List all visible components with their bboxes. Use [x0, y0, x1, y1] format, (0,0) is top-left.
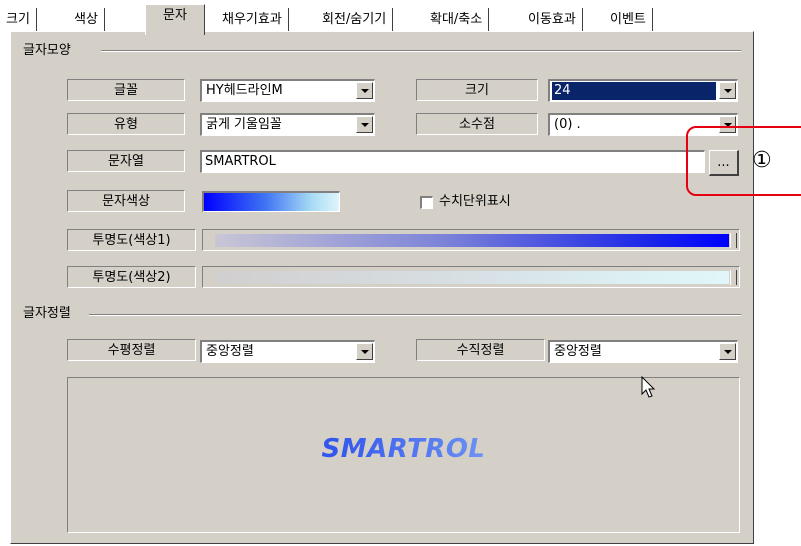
v-align-select[interactable]: 중앙정렬 — [548, 340, 738, 363]
chevron-down-icon[interactable] — [356, 116, 373, 133]
alpha2-gradient — [215, 271, 729, 284]
tab-strip: 크기 색상 문자 채우기효과 회전/숨기기 확대/축소 이동효과 이벤트 — [0, 0, 752, 35]
tab-event[interactable]: 이벤트 — [604, 8, 653, 32]
font-label: 글꼴 — [67, 79, 185, 101]
tab-label: 확대/축소 — [430, 12, 483, 27]
slider-thumb[interactable] — [730, 233, 737, 248]
unit-checkbox[interactable] — [420, 196, 433, 209]
tab-label: 문자 — [163, 8, 187, 23]
tab-text[interactable]: 문자 — [145, 4, 205, 35]
tab-zoom[interactable]: 확대/축소 — [424, 8, 490, 32]
size-select-value: 24 — [552, 82, 716, 100]
h-align-select-value: 중앙정렬 — [206, 344, 254, 359]
alpha1-gradient — [215, 234, 729, 247]
font-select-value: HY헤드라인M — [206, 83, 283, 98]
slider-thumb[interactable] — [730, 270, 737, 285]
alpha2-slider[interactable] — [202, 266, 740, 288]
h-align-select[interactable]: 중앙정렬 — [200, 340, 375, 363]
chevron-down-icon[interactable] — [719, 343, 736, 360]
tab-size[interactable]: 크기 — [0, 8, 37, 32]
unit-checkbox-label: 수치단위표시 — [439, 194, 511, 209]
chevron-down-icon[interactable] — [356, 82, 373, 99]
tab-color[interactable]: 색상 — [68, 8, 105, 32]
preview-area: SMARTROL — [67, 377, 740, 533]
alpha1-slider[interactable] — [202, 229, 740, 251]
v-align-select-value: 중앙정렬 — [554, 344, 602, 359]
mouse-cursor-icon — [641, 376, 656, 398]
style-select[interactable]: 굵게 기울임꼴 — [200, 113, 375, 136]
callout-number: ① — [752, 148, 772, 173]
tab-rotate-hide[interactable]: 회전/숨기기 — [316, 8, 394, 32]
text-color-swatch[interactable] — [202, 191, 340, 212]
tab-move-effect[interactable]: 이동효과 — [522, 8, 583, 32]
tab-label: 회전/숨기기 — [322, 12, 387, 27]
tab-fill-effect[interactable]: 채우기효과 — [216, 8, 289, 32]
v-align-label: 수직정렬 — [416, 339, 545, 361]
tab-label: 이벤트 — [610, 12, 646, 27]
h-align-label: 수평정렬 — [67, 339, 196, 361]
tab-label: 채우기효과 — [222, 12, 282, 27]
tab-label: 색상 — [74, 12, 98, 27]
string-input[interactable]: SMARTROL — [200, 150, 705, 173]
chevron-down-icon[interactable] — [356, 343, 373, 360]
size-select[interactable]: 24 — [548, 79, 738, 102]
preview-text: SMARTROL — [68, 434, 739, 464]
string-label: 문자열 — [67, 150, 185, 172]
dialog-panel: 글자모양 글꼴 HY헤드라인M 크기 24 유형 굵게 기울임꼴 소수점 (0)… — [10, 31, 754, 544]
text-color-label: 문자색상 — [67, 190, 185, 212]
font-group-title: 글자모양 — [23, 43, 71, 58]
alpha2-label: 투명도(색상2) — [67, 266, 196, 288]
size-label: 크기 — [416, 79, 538, 101]
chevron-down-icon[interactable] — [719, 82, 736, 99]
decimal-select-value: (0) . — [554, 117, 581, 132]
style-select-value: 굵게 기울임꼴 — [206, 117, 282, 132]
align-group-title: 글자정렬 — [23, 306, 71, 321]
group-divider — [89, 314, 741, 316]
tab-label: 크기 — [6, 12, 30, 27]
string-input-value: SMARTROL — [205, 154, 276, 169]
tab-label: 이동효과 — [528, 12, 576, 27]
decimal-label: 소수점 — [416, 113, 538, 135]
alpha1-label: 투명도(색상1) — [67, 229, 196, 251]
group-divider — [101, 50, 741, 52]
style-label: 유형 — [67, 113, 185, 135]
callout-box — [686, 126, 801, 196]
font-select[interactable]: HY헤드라인M — [200, 79, 375, 102]
